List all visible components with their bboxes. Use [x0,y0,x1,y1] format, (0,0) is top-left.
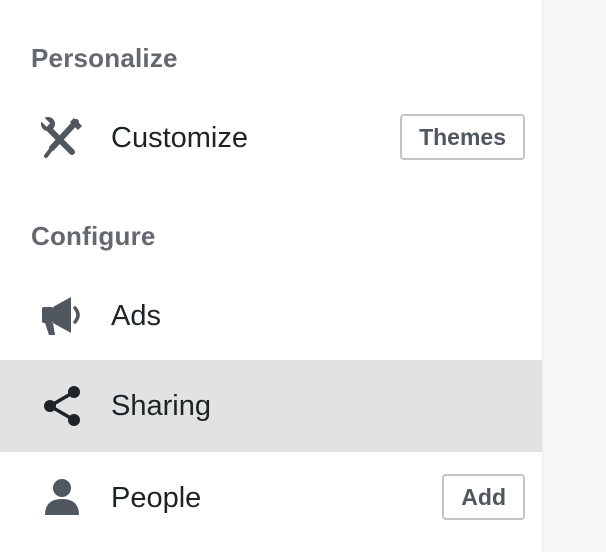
person-icon [38,474,86,522]
add-people-button[interactable]: Add [442,474,525,520]
sidebar-item-people[interactable]: People Add [0,452,542,544]
sidebar-item-customize[interactable]: Customize Themes [0,92,542,184]
share-icon [38,382,86,430]
section-heading-configure: Configure [31,221,156,251]
sidebar-item-label: Ads [111,300,161,332]
megaphone-icon [38,292,86,340]
themes-button[interactable]: Themes [400,114,525,160]
tools-icon [38,114,86,162]
page: Personalize Customize Themes Configure A… [0,0,606,552]
sidebar-item-label: People [111,482,202,514]
sidebar-item-label: Sharing [111,390,211,422]
sidebar-item-ads[interactable]: Ads [0,270,542,362]
sidebar-item-label: Customize [111,122,248,154]
section-heading-personalize: Personalize [31,43,178,73]
sidebar: Personalize Customize Themes Configure A… [0,0,542,552]
content-area [542,0,606,552]
sidebar-item-sharing[interactable]: Sharing [0,360,542,452]
